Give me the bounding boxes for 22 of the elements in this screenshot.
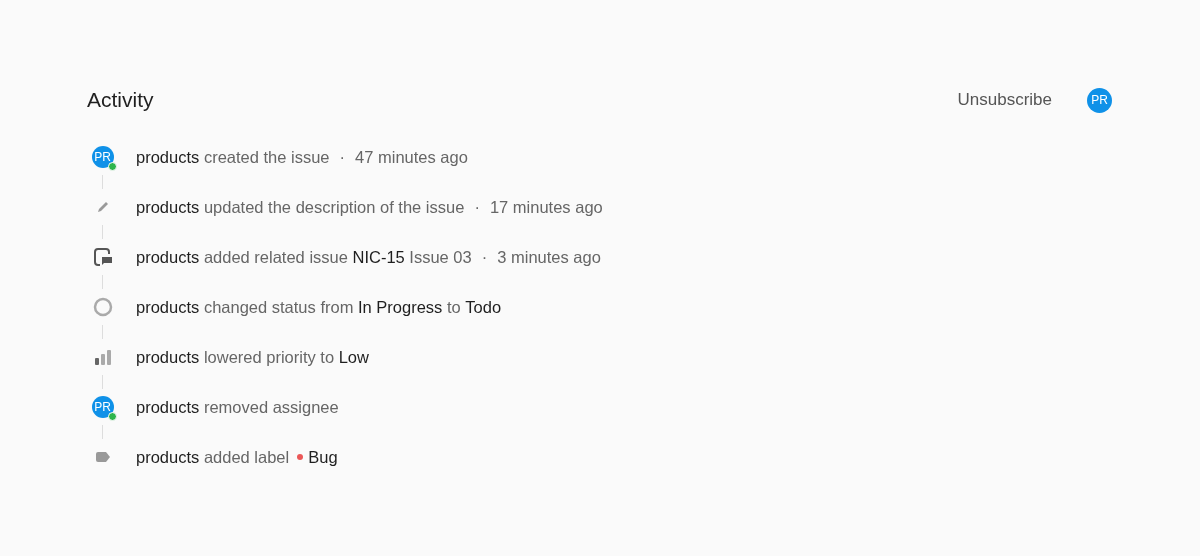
separator-dot: · [481, 246, 488, 268]
tag-icon [94, 451, 111, 463]
status-circle-icon [92, 297, 113, 317]
activity-text: products removed assignee [136, 396, 339, 418]
activity-text: products changed status from In Progress to Todo [136, 296, 502, 318]
activity-text: products added label [136, 446, 290, 468]
unsubscribe-button[interactable]: Unsubscribe [957, 87, 1052, 113]
activity-text: products created the issue [136, 146, 330, 168]
timestamp: 3 minutes ago [497, 246, 601, 268]
activity-text: products added related issue NIC-15 Issue 03 [136, 246, 472, 268]
label-name: Bug [308, 446, 338, 468]
timestamp: 17 minutes ago [489, 196, 603, 218]
separator-dot: · [339, 146, 346, 168]
timestamp: 47 minutes ago [355, 146, 468, 168]
section-title: Activity [87, 87, 154, 114]
priority-bars-icon [92, 348, 113, 366]
user-avatar: PR [91, 396, 114, 418]
separator-dot: · [474, 196, 480, 218]
activity-text: products updated the description of the issue [136, 196, 465, 218]
user-avatar: PR [91, 146, 114, 168]
related-issue-icon [92, 247, 113, 267]
activity-text: products lowered priority to Low [136, 346, 369, 368]
